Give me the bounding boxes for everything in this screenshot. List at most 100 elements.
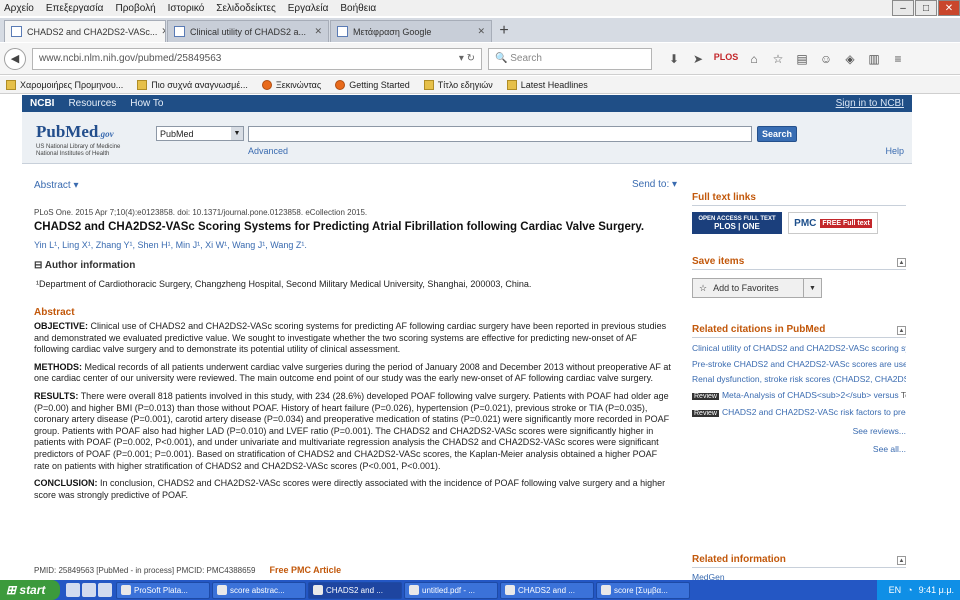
pmc-logo: PMC xyxy=(794,217,817,229)
menu-bookmarks[interactable]: Σελιδοδείκτες xyxy=(216,3,275,14)
firefox-icon xyxy=(261,79,272,90)
search-button[interactable]: Search xyxy=(757,126,797,142)
collapse-icon[interactable]: ▲ xyxy=(897,258,906,267)
smiley-icon[interactable]: ☺ xyxy=(814,52,838,66)
navigation-bar: ◀ www.ncbi.nlm.nih.gov/pubmed/25849563 ▾… xyxy=(0,43,960,75)
quicklaunch-icon[interactable] xyxy=(82,583,96,597)
free-pmc-link[interactable]: Free PMC Article xyxy=(269,565,341,575)
tab-close-icon[interactable]: ✕ xyxy=(310,26,322,37)
author-list[interactable]: Yin L¹, Ling X¹, Zhang Y¹, Shen H¹, Min … xyxy=(34,240,307,250)
new-tab-button[interactable]: + xyxy=(493,20,515,42)
minimize-icon[interactable]: – xyxy=(892,0,914,16)
menu-tools[interactable]: Εργαλεία xyxy=(288,3,329,14)
collapse-icon[interactable]: ▲ xyxy=(897,556,906,565)
home-icon[interactable]: ⌂ xyxy=(742,52,766,66)
pubmed-search-input[interactable] xyxy=(248,126,752,142)
database-select[interactable]: PubMed ▼ xyxy=(156,126,244,141)
clipboard-icon[interactable]: ▥ xyxy=(862,52,886,66)
language-indicator[interactable]: EN xyxy=(889,585,902,595)
related-item[interactable]: Renal dysfunction, stroke risk scores (C… xyxy=(692,374,906,385)
bookmark-star-icon[interactable]: ☆ xyxy=(766,52,790,66)
window-controls: – □ ✕ xyxy=(891,0,960,16)
help-link[interactable]: Help xyxy=(885,146,904,156)
clock[interactable]: 9:41 μ.μ. xyxy=(919,585,954,595)
menu-file[interactable]: Αρχείο xyxy=(4,3,34,14)
main-content: Abstract ▾ Send to: ▾ PLoS One. 2015 Apr… xyxy=(22,164,912,582)
back-button[interactable]: ◀ xyxy=(4,47,26,70)
signin-link[interactable]: Sign in to NCBI xyxy=(836,98,904,109)
author-info-toggle[interactable]: ⊟ Author information xyxy=(34,260,135,271)
start-button[interactable]: ⊞ start xyxy=(0,580,60,600)
taskbar-button[interactable]: score abstrac... xyxy=(212,581,306,599)
quicklaunch-icon[interactable] xyxy=(98,583,112,597)
menu-help[interactable]: Βοήθεια xyxy=(340,3,376,14)
folder-icon xyxy=(137,79,148,90)
menu-edit[interactable]: Επεξεργασία xyxy=(46,3,104,14)
bookmark-item[interactable]: Πιο συχνά αναγνωσμέ... xyxy=(137,79,248,90)
related-item[interactable]: Review CHADS2 and CHA2DS2-VASc risk facto… xyxy=(692,407,906,420)
shield-icon[interactable]: ◈ xyxy=(838,52,862,66)
bookmark-item[interactable]: Ξεκινώντας xyxy=(261,79,322,90)
add-favorites-button[interactable]: ☆ Add to Favorites ▼ xyxy=(692,278,822,298)
article-title: CHADS2 and CHA2DS2-VASc Scoring Systems … xyxy=(34,221,645,233)
browser-tab[interactable]: Μετάφραση Google ✕ xyxy=(330,20,492,42)
quicklaunch-icon[interactable] xyxy=(66,583,80,597)
search-input[interactable]: 🔍 Search xyxy=(488,47,652,70)
bookmark-label: Ξεκινώντας xyxy=(275,79,322,90)
see-all-link[interactable]: See all... xyxy=(692,444,906,454)
bookmark-item[interactable]: Χαρομοιήρες Προμηνου... xyxy=(6,79,123,90)
format-dropdown[interactable]: Abstract ▾ xyxy=(34,180,79,191)
related-title: CHADS2 and CHA2DS2-VASc risk factors to … xyxy=(721,407,906,417)
taskbar-button[interactable]: score [Συμβα... xyxy=(596,581,690,599)
tab-close-icon[interactable]: ✕ xyxy=(157,26,165,37)
related-citations-heading: Related citations in PubMed ▲ xyxy=(692,324,906,338)
pmc-fulltext-button[interactable]: PMC FREE Full text xyxy=(788,212,878,234)
plos-extension-icon[interactable]: PLOS xyxy=(710,52,742,66)
taskbar-button[interactable]: ProSoft Plata... xyxy=(116,581,210,599)
folder-icon xyxy=(6,79,16,90)
send-icon[interactable]: ➤ xyxy=(686,52,710,66)
collapse-icon[interactable]: ▲ xyxy=(897,326,906,335)
bookmark-item[interactable]: Getting Started xyxy=(335,79,410,90)
taskbar-button[interactable]: CHADS2 and ... xyxy=(308,581,402,599)
menu-view[interactable]: Προβολή xyxy=(115,3,155,14)
plos-fulltext-button[interactable]: OPEN ACCESS FULL TEXT PLOS | ONE xyxy=(692,212,782,234)
tray-icon[interactable]: ◔ xyxy=(907,585,912,595)
url-bar[interactable]: www.ncbi.nlm.nih.gov/pubmed/25849563 ▾ ↻ xyxy=(32,47,482,70)
ncbi-logo[interactable]: NCBI xyxy=(30,98,54,109)
bookmark-label: Πιο συχνά αναγνωσμέ... xyxy=(151,79,248,90)
related-item[interactable]: Clinical utility of CHADS2 and CHA2DS2-V… xyxy=(692,343,906,354)
pubmed-logo[interactable]: PubMed.gov xyxy=(36,122,114,142)
tab-close-icon[interactable]: ✕ xyxy=(473,26,485,37)
send-to-dropdown[interactable]: Send to: ▾ xyxy=(632,179,677,190)
bookmarks-list-icon[interactable]: ▤ xyxy=(790,52,814,66)
section-label: RESULTS: xyxy=(34,390,79,401)
resources-menu[interactable]: Resources xyxy=(68,98,116,109)
see-reviews-link[interactable]: See reviews... xyxy=(692,426,906,436)
maximize-icon[interactable]: □ xyxy=(915,0,937,16)
download-icon[interactable]: ⬇ xyxy=(662,52,686,66)
advanced-link[interactable]: Advanced xyxy=(248,146,288,156)
heading-text: Related citations in PubMed xyxy=(692,324,826,335)
menu-icon[interactable]: ≡ xyxy=(886,52,910,66)
bookmark-item[interactable]: Latest Headlines xyxy=(506,79,588,90)
browser-tab[interactable]: CHADS2 and CHA2DS2-VASc...✕ xyxy=(4,20,166,42)
related-item[interactable]: Pre-stroke CHADS2 and CHA2DS2-VASc score… xyxy=(692,359,906,370)
start-label: start xyxy=(19,583,46,597)
heading-text: Full text links xyxy=(692,192,756,203)
bookmark-item[interactable]: Τίτλο εδηγιών xyxy=(423,79,493,90)
chevron-down-icon[interactable]: ▼ xyxy=(803,279,821,297)
database-value: PubMed xyxy=(160,128,194,139)
howto-menu[interactable]: How To xyxy=(130,98,163,109)
taskbar-button[interactable]: CHADS2 and ... xyxy=(500,581,594,599)
reload-icon[interactable]: ▾ ↻ xyxy=(459,53,475,64)
related-item[interactable]: Review Meta-Analysis of CHADS<sub>2</sub>… xyxy=(692,390,906,403)
close-icon[interactable]: ✕ xyxy=(938,0,960,16)
tab-bar: CHADS2 and CHA2DS2-VASc...✕ Clinical uti… xyxy=(0,18,960,42)
browser-tab[interactable]: Clinical utility of CHADS2 a... ✕ xyxy=(167,20,329,42)
taskbar-button[interactable]: untitled.pdf - ... xyxy=(404,581,498,599)
related-source: Tex Heart Inst J. 2015 xyxy=(900,389,906,400)
menu-history[interactable]: Ιστορικό xyxy=(168,3,205,14)
bookmark-label: Latest Headlines xyxy=(520,79,588,90)
related-title: Clinical utility of CHADS2 and CHA2DS2-V… xyxy=(692,343,906,353)
